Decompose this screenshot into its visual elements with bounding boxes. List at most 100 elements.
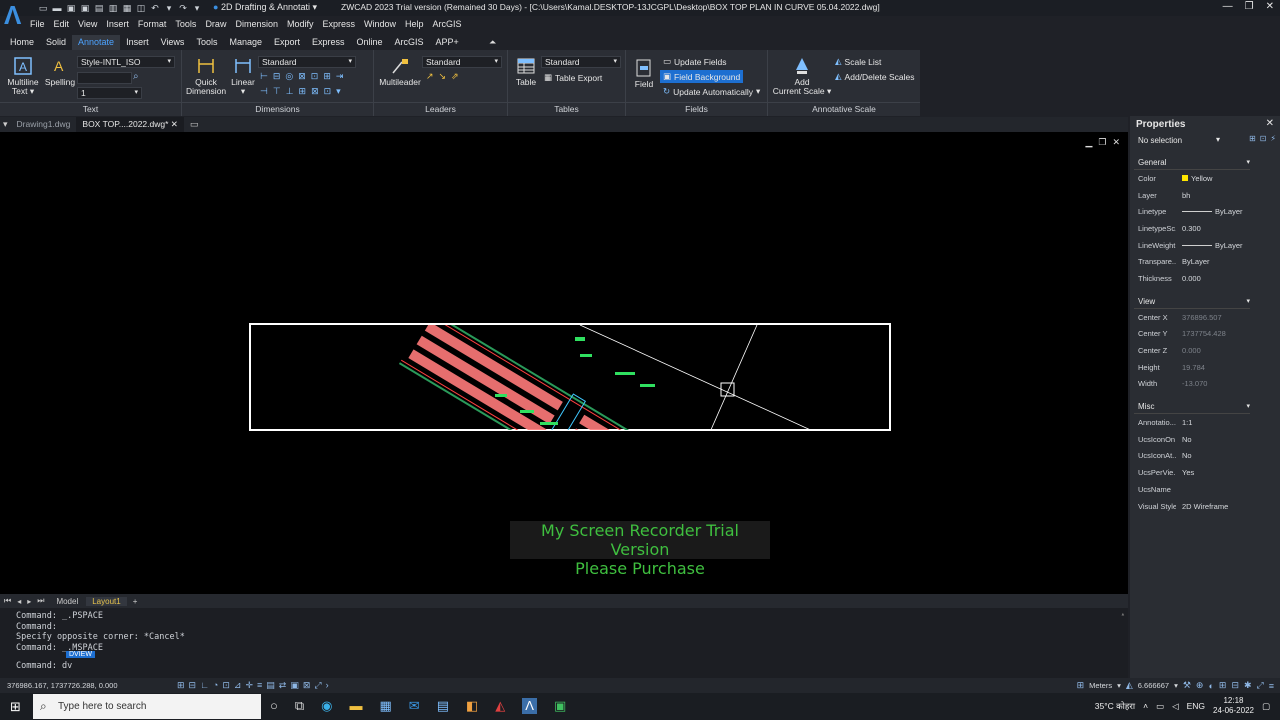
workspace-selector[interactable]: ● 2D Drafting & Annotati ▾: [213, 2, 317, 13]
file-explorer-icon[interactable]: ▬: [350, 698, 363, 714]
property-value[interactable]: -13.070: [1176, 379, 1207, 388]
misc-section-header[interactable]: Misc ▾: [1134, 402, 1250, 415]
undo-icon[interactable]: ↶: [150, 3, 160, 13]
status-tool-icon[interactable]: ⚒: [1183, 680, 1191, 691]
property-row[interactable]: UcsIconOn No: [1130, 431, 1280, 448]
dim-tool-icon[interactable]: ⊞: [299, 86, 307, 97]
update-automatically-button[interactable]: ↻ Update Automatically ▾: [663, 86, 760, 97]
minimize-ribbon-icon[interactable]: ⏶: [489, 37, 496, 48]
menu-item[interactable]: Dimension: [235, 19, 278, 29]
ribbon-tab[interactable]: Express: [306, 35, 351, 50]
add-leader-icon[interactable]: ↗: [426, 71, 434, 82]
text-find-input[interactable]: [77, 72, 132, 84]
property-value[interactable]: 376896.507: [1176, 313, 1222, 322]
drawing-canvas[interactable]: ▁ ❐ ✕ My Screen Recorder Trial Version P…: [0, 132, 1128, 594]
task-view-icon[interactable]: ⧉: [295, 698, 304, 714]
last-layout-icon[interactable]: ⏭: [37, 596, 44, 606]
multileader-button[interactable]: Multileader: [378, 56, 422, 87]
remove-leader-icon[interactable]: ↘: [439, 71, 447, 82]
redo-icon[interactable]: ↷: [178, 3, 188, 13]
dim-tool-icon[interactable]: ◎: [285, 71, 293, 82]
menu-item[interactable]: Format: [138, 19, 167, 29]
tab-menu-icon[interactable]: ▾: [0, 119, 11, 130]
property-row[interactable]: Width -13.070: [1130, 376, 1280, 393]
toggle-pickadd-icon[interactable]: ⊞: [1249, 134, 1256, 143]
scale-list-button[interactable]: ◭ Scale List: [835, 56, 881, 67]
find-icon[interactable]: ⌕: [133, 71, 139, 82]
plot-preview-icon[interactable]: ▥: [108, 3, 118, 13]
zwcad-taskbar-icon[interactable]: Ʌ: [522, 698, 537, 714]
multiline-text-button[interactable]: A Multiline Text ▾: [6, 56, 40, 96]
dim-tool-icon[interactable]: ⊟: [273, 71, 281, 82]
table-button[interactable]: Table: [512, 56, 540, 87]
notifications-icon[interactable]: ▢: [1262, 701, 1270, 712]
close-icon[interactable]: ✕: [1266, 1, 1274, 12]
property-row[interactable]: Height 19.784: [1130, 359, 1280, 376]
otrack-toggle-icon[interactable]: ⊿: [234, 680, 242, 691]
field-background-button[interactable]: ▣ Field Background: [660, 70, 744, 83]
clock[interactable]: 12:18 24-06-2022: [1213, 696, 1254, 716]
ribbon-tab[interactable]: Home: [4, 35, 40, 50]
layout-tab[interactable]: Model: [50, 597, 84, 606]
menu-item[interactable]: Modify: [287, 19, 314, 29]
add-layout-icon[interactable]: +: [133, 597, 138, 606]
property-value[interactable]: Yellow: [1176, 174, 1212, 183]
minimize-icon[interactable]: —: [1223, 1, 1233, 12]
viewport-frame[interactable]: [249, 323, 891, 431]
match-icon[interactable]: ◫: [136, 3, 146, 13]
save-icon[interactable]: ▣: [66, 3, 76, 13]
save-as-icon[interactable]: ▣: [80, 3, 90, 13]
status-menu-icon[interactable]: ≡: [1269, 681, 1274, 691]
property-value[interactable]: 2D Wireframe: [1176, 502, 1228, 511]
status-tool-icon[interactable]: ⊟: [1231, 680, 1239, 691]
ribbon-tab[interactable]: Solid: [40, 35, 72, 50]
lineweight-toggle-icon[interactable]: ≡: [257, 680, 262, 691]
property-value[interactable]: No: [1176, 435, 1192, 444]
file-tab[interactable]: Drawing1.dwg: [11, 117, 77, 132]
spelling-button[interactable]: A Spelling: [44, 56, 76, 87]
select-objects-icon[interactable]: ⊡: [1260, 134, 1267, 143]
status-tool-icon[interactable]: ⊞: [1219, 680, 1227, 691]
restore-icon[interactable]: ❐: [1245, 1, 1254, 12]
dim-tool-icon[interactable]: ⊡: [324, 86, 332, 97]
property-row[interactable]: Center Y 1737754.428: [1130, 326, 1280, 343]
property-row[interactable]: Annotatio... 1:1: [1130, 414, 1280, 431]
menu-item[interactable]: Edit: [54, 19, 70, 29]
open-folder-icon[interactable]: ▬: [52, 3, 62, 13]
update-fields-button[interactable]: ▭ Update Fields: [663, 56, 726, 67]
ribbon-tab[interactable]: Insert: [120, 35, 155, 50]
dim-tool-icon[interactable]: ⊢: [260, 71, 268, 82]
property-value[interactable]: bh: [1176, 191, 1190, 200]
dim-tool-icon[interactable]: ⊠: [298, 71, 306, 82]
table-style-combo[interactable]: Standard ▾: [541, 56, 621, 68]
quick-select-icon[interactable]: ⚡: [1270, 134, 1276, 143]
ribbon-tab[interactable]: Tools: [190, 35, 223, 50]
general-section-header[interactable]: General ▾: [1134, 158, 1250, 170]
property-row[interactable]: Visual Style 2D Wireframe: [1130, 498, 1280, 515]
dropdown-icon[interactable]: ▾: [192, 3, 202, 13]
clean-screen-icon[interactable]: ⤢: [1257, 680, 1264, 691]
network-icon[interactable]: ▭: [1156, 701, 1164, 712]
property-value[interactable]: ByLayer: [1176, 207, 1243, 216]
grid-toggle-icon[interactable]: ⊞: [177, 680, 185, 691]
align-leader-icon[interactable]: ⇗: [451, 71, 459, 82]
property-row[interactable]: Layer bh: [1130, 187, 1280, 204]
selection-cycling-icon[interactable]: ⇄: [279, 680, 287, 691]
property-value[interactable]: 1:1: [1176, 418, 1192, 427]
property-row[interactable]: UcsName: [1130, 481, 1280, 498]
edge-icon[interactable]: ◉: [321, 698, 332, 714]
property-value[interactable]: 0.000: [1176, 274, 1201, 283]
powerpoint-icon[interactable]: ◧: [466, 698, 478, 714]
status-tool-icon[interactable]: ◐: [1208, 681, 1213, 691]
snap-toggle-icon[interactable]: ⊟: [189, 680, 197, 691]
tray-chevron-icon[interactable]: ˄: [1143, 701, 1148, 711]
command-input[interactable]: Command: dv: [16, 661, 1112, 672]
close-tab-icon[interactable]: ✕: [168, 119, 178, 129]
units-icon[interactable]: ⊞: [1077, 680, 1085, 691]
store-icon[interactable]: ▦: [380, 698, 392, 714]
text-height-combo[interactable]: 1 ▾: [77, 87, 142, 99]
gear-icon[interactable]: ✱: [1244, 680, 1252, 691]
add-current-scale-button[interactable]: Add Current Scale ▾: [772, 56, 832, 96]
ribbon-tab[interactable]: Manage: [223, 35, 268, 50]
quick-dimension-button[interactable]: Quick Dimension: [186, 56, 226, 96]
